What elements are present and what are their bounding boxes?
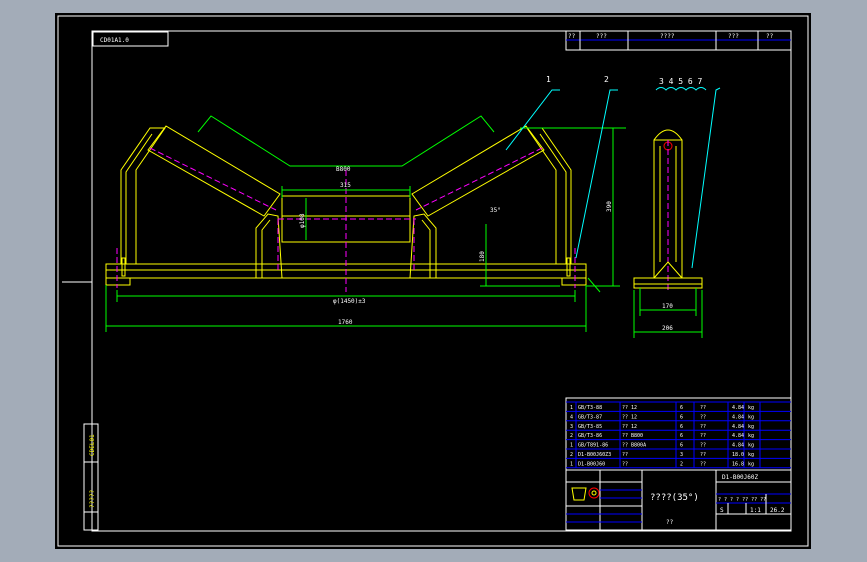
parts-cell-unit: kg — [748, 433, 754, 439]
parts-cell-name: GB/T3-88 — [578, 405, 602, 411]
dim-middle-roll: 315 — [340, 182, 351, 189]
parts-cell-qty: 6 — [680, 443, 683, 449]
parts-cell-qty: 6 — [680, 424, 683, 430]
parts-cell-name: GB/T891-86 — [578, 443, 608, 449]
parts-cell-unit: kg — [748, 452, 754, 458]
parts-cell-wt: 16.8 — [732, 461, 744, 467]
dim-inner-width: B800 — [336, 166, 351, 173]
cad-viewport: CD01A1.0 ?? ??? ???? ??? ?? CDEL01 ????? — [0, 0, 867, 562]
header-cell-5: ?? — [766, 33, 774, 40]
title-scale: 1:1 — [750, 507, 761, 514]
header-cell-2: ??? — [596, 33, 607, 40]
dim-side-overall: 206 — [662, 325, 673, 332]
header-cell-1: ?? — [568, 33, 576, 40]
dim-height: 390 — [606, 201, 613, 212]
parts-cell-no: 4 — [570, 414, 573, 420]
parts-cell-spec: ?? 12 — [622, 424, 637, 430]
parts-cell-no: 2 — [570, 452, 573, 458]
drawing-code: CD01A1.0 — [100, 37, 129, 44]
parts-cell-mat: ?? — [700, 452, 706, 458]
dim-angle: 35° — [490, 207, 501, 214]
parts-cell-no: 1 — [570, 443, 573, 449]
parts-cell-name: D1-B00J60 — [578, 461, 605, 467]
parts-cell-qty: 3 — [680, 452, 683, 458]
dim-hole-span: φ(1450)±3 — [333, 298, 366, 305]
parts-cell-mat: ?? — [700, 443, 706, 449]
title-scale-row: ? ? ? ? ?? ?? ?? — [718, 497, 766, 503]
parts-cell-no: 1 — [570, 405, 573, 411]
dim-lower-height: 180 — [479, 251, 486, 262]
callout-2: 2 — [604, 75, 609, 84]
parts-cell-spec: ?? 12 — [622, 405, 637, 411]
callout-side: 3 4 5 6 7 — [659, 77, 703, 86]
parts-cell-name: GB/T3-85 — [578, 424, 602, 430]
parts-cell-no: 1 — [570, 461, 573, 467]
parts-cell-unit: kg — [748, 443, 754, 449]
parts-cell-mat: ?? — [700, 414, 706, 420]
parts-cell-unit: kg — [748, 424, 754, 430]
parts-cell-spec: ?? B800A — [622, 443, 646, 449]
parts-cell-spec: ?? — [622, 452, 628, 458]
drawing-canvas: CD01A1.0 ?? ??? ???? ??? ?? CDEL01 ????? — [55, 13, 811, 549]
title-company: ?? — [666, 519, 674, 526]
title-code: D1-B00J60Z — [722, 474, 759, 481]
parts-cell-unit: kg — [748, 405, 754, 411]
dim-side-base: 170 — [662, 303, 673, 310]
parts-cell-qty: 6 — [680, 405, 683, 411]
dim-roll-dia: φ108 — [299, 213, 306, 228]
parts-cell-spec: ?? — [622, 461, 628, 467]
parts-cell-name: GB/T3-86 — [578, 433, 602, 439]
parts-cell-wt: 4.84 — [732, 433, 744, 439]
parts-cell-name: D1-B00J60Z3 — [578, 452, 611, 458]
header-cell-4: ??? — [728, 33, 739, 40]
parts-cell-unit: kg — [748, 414, 754, 420]
parts-cell-wt: 4.84 — [732, 424, 744, 430]
parts-cell-mat: ?? — [700, 424, 706, 430]
parts-cell-spec: ?? 12 — [622, 414, 637, 420]
parts-cell-wt: 18.0 — [732, 452, 744, 458]
parts-cell-no: 2 — [570, 433, 573, 439]
dim-overall-span: 1760 — [338, 319, 353, 326]
callout-1: 1 — [546, 75, 551, 84]
parts-cell-mat: ?? — [700, 461, 706, 467]
parts-cell-no: 3 — [570, 424, 573, 430]
title-total: 26.2 — [770, 507, 785, 514]
header-cell-3: ???? — [660, 33, 675, 40]
parts-cell-qty: 2 — [680, 461, 683, 467]
parts-cell-qty: 6 — [680, 433, 683, 439]
parts-cell-wt: 4.84 — [732, 443, 744, 449]
title-sheet: S — [720, 507, 724, 514]
parts-cell-wt: 4.84 — [732, 405, 744, 411]
parts-cell-mat: ?? — [700, 433, 706, 439]
side-code: CDEL01 — [89, 434, 96, 456]
parts-cell-name: GB/T3-87 — [578, 414, 602, 420]
parts-cell-unit: kg — [748, 461, 754, 467]
parts-cell-mat: ?? — [700, 405, 706, 411]
parts-cell-wt: 4.84 — [732, 414, 744, 420]
title-text: ????(35°) — [650, 493, 699, 503]
canvas-background — [55, 13, 811, 549]
parts-cell-spec: ?? B800 — [622, 433, 643, 439]
left-notes: ????? — [89, 490, 96, 508]
parts-cell-qty: 6 — [680, 414, 683, 420]
